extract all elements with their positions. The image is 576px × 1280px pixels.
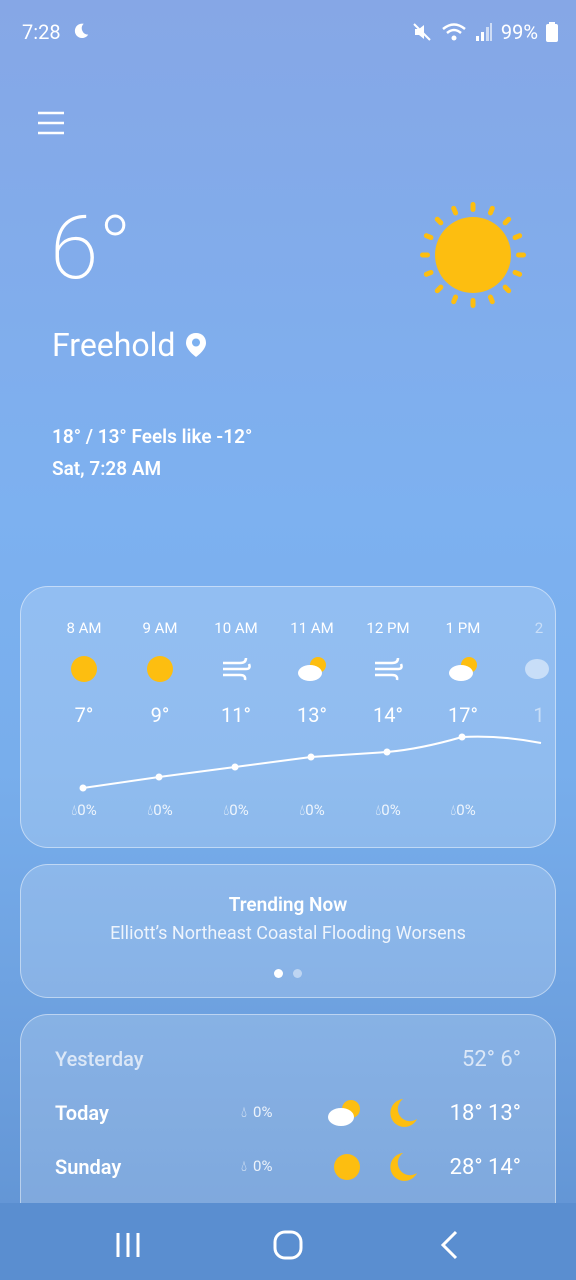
- location[interactable]: Freehold: [52, 326, 207, 364]
- sun-ray: [487, 205, 495, 216]
- drop-icon: 💧︎: [241, 1103, 248, 1121]
- hourly-forecast-card[interactable]: 8 AM 7° 💧︎0% 9 AM 9° 💧︎0% 10 AM 11° 💧︎0%…: [20, 586, 556, 848]
- sun-ray: [434, 216, 444, 226]
- location-pin-icon: [186, 333, 207, 357]
- carousel-dot[interactable]: [293, 969, 302, 978]
- carousel-indicator: [274, 969, 302, 978]
- hour-time: 1 PM: [445, 619, 481, 637]
- precip-value: 0%: [381, 801, 401, 819]
- hour-temp: 1: [533, 703, 545, 727]
- sun-ray: [434, 284, 444, 294]
- hour-time: 10 AM: [214, 619, 258, 637]
- hour-temp: 14°: [373, 703, 403, 727]
- hour-precip: 💧︎0%: [425, 801, 501, 819]
- hour-temp: 13°: [297, 703, 327, 727]
- sun-ray: [423, 269, 434, 277]
- hour-time: 9 AM: [142, 619, 178, 637]
- hour-precip: 💧︎0%: [46, 801, 122, 819]
- partly-cloudy-icon: [449, 657, 477, 681]
- sun-icon: [71, 656, 97, 682]
- partly-cloudy-icon: [328, 1100, 360, 1126]
- current-date: Sat, 7:28 AM: [52, 457, 162, 480]
- menu-icon[interactable]: [36, 108, 66, 138]
- sun-ray: [502, 284, 512, 294]
- trending-headline[interactable]: Elliott’s Northeast Coastal Flooding Wor…: [21, 923, 555, 944]
- sun-ray: [502, 216, 512, 226]
- sun-ray: [451, 294, 459, 305]
- hour-precip: 💧︎0%: [274, 801, 350, 819]
- city-name: Freehold: [52, 326, 176, 364]
- sun-icon: [147, 656, 173, 682]
- hour-time: 11 AM: [290, 619, 334, 637]
- sun-ray: [420, 252, 430, 258]
- navigation-bar: [0, 1203, 576, 1280]
- day-name: Today: [55, 1101, 109, 1125]
- precip-value: 0%: [456, 801, 476, 819]
- do-not-disturb-icon: [74, 23, 89, 39]
- partly-cloudy-icon: [525, 659, 549, 679]
- back-icon[interactable]: [434, 1229, 466, 1261]
- sun-icon: [334, 1154, 360, 1180]
- recent-apps-icon[interactable]: [112, 1229, 144, 1261]
- precip-value: 0%: [253, 1157, 273, 1175]
- partly-cloudy-icon: [298, 657, 326, 681]
- wind-icon: [375, 657, 403, 681]
- wind-icon: [223, 657, 251, 681]
- hour-temp: 17°: [448, 703, 478, 727]
- status-time: 7:28: [22, 20, 61, 44]
- precip-value: 0%: [153, 801, 173, 819]
- sun-ray: [423, 233, 434, 241]
- status-icons: 99%: [411, 20, 558, 44]
- carousel-dot[interactable]: [274, 969, 283, 978]
- hour-temp: 11°: [221, 703, 251, 727]
- hour-precip: 💧︎0%: [350, 801, 426, 819]
- signal-icon: [475, 23, 492, 41]
- hour-temp: 7°: [74, 703, 94, 727]
- daily-row-sunday[interactable]: Sunday 💧︎ 0% 28° 14°: [21, 1147, 555, 1187]
- hour-time: 2: [534, 619, 544, 637]
- status-bar: 7:28 99%: [0, 0, 576, 64]
- wifi-icon: [442, 23, 466, 41]
- sun-ray: [451, 205, 459, 216]
- current-temperature: 6°: [50, 197, 132, 300]
- day-temps: 52° 6°: [462, 1047, 521, 1072]
- sun-ray: [512, 269, 523, 277]
- sun-ray: [470, 298, 476, 308]
- precip-value: 0%: [229, 801, 249, 819]
- day-precip: 💧︎ 0%: [241, 1103, 272, 1121]
- trending-card[interactable]: Trending Now Elliott’s Northeast Coastal…: [20, 864, 556, 998]
- daily-row-yesterday: Yesterday 52° 6°: [21, 1039, 555, 1079]
- precip-value: 0%: [77, 801, 97, 819]
- hour-time: 12 PM: [366, 619, 410, 637]
- precip-value: 0%: [253, 1103, 273, 1121]
- home-icon[interactable]: [272, 1229, 304, 1261]
- trending-title: Trending Now: [228, 893, 348, 916]
- drop-icon: 💧︎: [241, 1157, 248, 1175]
- hour-precip: 💧︎0%: [122, 801, 198, 819]
- sun-ray: [516, 252, 526, 258]
- sun-icon: [420, 202, 526, 308]
- day-temps: 18° 13°: [449, 1101, 521, 1126]
- day-name: Sunday: [55, 1155, 122, 1179]
- precip-value: 0%: [305, 801, 325, 819]
- sun-ray: [512, 233, 523, 241]
- hour-time: 8 AM: [66, 619, 102, 637]
- battery-icon: [546, 22, 558, 42]
- moon-icon: [390, 1153, 417, 1181]
- mute-icon: [413, 23, 431, 41]
- sun-ray: [470, 202, 476, 212]
- sun-ray: [487, 294, 495, 305]
- day-precip: 💧︎ 0%: [241, 1157, 272, 1175]
- day-temps: 28° 14°: [449, 1155, 521, 1180]
- daily-row-today[interactable]: Today 💧︎ 0% 18° 13°: [21, 1093, 555, 1133]
- battery-percent: 99%: [500, 20, 538, 44]
- hour-temp: 9°: [150, 703, 170, 727]
- moon-icon: [390, 1099, 417, 1127]
- feels-like: 18° / 13° Feels like -12°: [52, 425, 253, 448]
- day-name: Yesterday: [55, 1047, 144, 1071]
- hour-precip: 💧︎0%: [198, 801, 274, 819]
